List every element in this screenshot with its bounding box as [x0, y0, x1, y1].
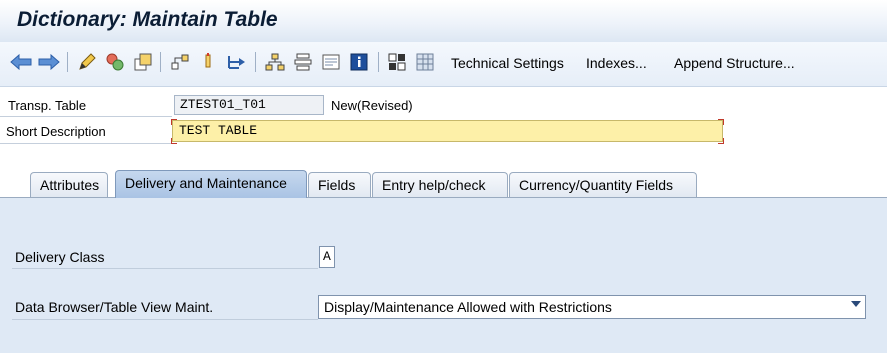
toolbar-separator: [67, 52, 68, 72]
required-marker: [718, 119, 724, 125]
documentation-icon[interactable]: [320, 51, 342, 73]
technical-settings-button[interactable]: Technical Settings: [451, 55, 564, 71]
transp-table-field[interactable]: ZTEST01_T01: [174, 95, 324, 115]
hierarchy-icon[interactable]: [225, 51, 247, 73]
required-marker: [718, 138, 724, 144]
field-underline: [0, 116, 172, 117]
transp-table-label: Transp. Table: [8, 98, 87, 113]
grid-icon[interactable]: [386, 51, 408, 73]
status-text: New(Revised): [331, 98, 413, 113]
data-browser-select[interactable]: Display/Maintenance Allowed with Restric…: [318, 295, 866, 319]
back-arrow-icon[interactable]: [10, 51, 32, 73]
field-underline: [0, 143, 172, 144]
toolbar-separator: [160, 52, 161, 72]
chevron-down-icon[interactable]: [851, 301, 861, 307]
tab-panel: [0, 197, 887, 353]
window-title: Dictionary: Maintain Table: [17, 8, 278, 31]
title-bar: Dictionary: Maintain Table: [0, 0, 887, 42]
required-marker: [171, 119, 177, 125]
data-browser-label: Data Browser/Table View Maint.: [15, 299, 214, 315]
delivery-class-field[interactable]: A: [319, 246, 335, 268]
field-underline: [12, 268, 318, 269]
indexes-button[interactable]: Indexes...: [586, 55, 647, 71]
data-browser-value: Display/Maintenance Allowed with Restric…: [324, 299, 612, 315]
short-description-field[interactable]: TEST TABLE: [172, 120, 723, 142]
field-underline: [12, 319, 318, 320]
tree-icon[interactable]: [264, 51, 286, 73]
toolbar-separator: [255, 52, 256, 72]
layout-icon[interactable]: [292, 51, 314, 73]
edit-pencil-icon[interactable]: [76, 51, 98, 73]
info-icon[interactable]: [348, 51, 370, 73]
append-structure-button[interactable]: Append Structure...: [674, 55, 795, 71]
where-used-icon[interactable]: [169, 51, 191, 73]
activate-icon[interactable]: [104, 51, 126, 73]
tab-fields[interactable]: Fields: [308, 172, 371, 197]
required-marker: [171, 138, 177, 144]
toolbar-separator: [378, 52, 379, 72]
object-list-icon[interactable]: [132, 51, 154, 73]
tab-attributes[interactable]: Attributes: [30, 172, 108, 197]
tab-delivery-and-maintenance[interactable]: Delivery and Maintenance: [115, 170, 307, 198]
delivery-class-label: Delivery Class: [15, 249, 105, 265]
application-toolbar: Technical Settings Indexes... Append Str…: [0, 42, 887, 87]
tab-currency-quantity-fields[interactable]: Currency/Quantity Fields: [509, 172, 697, 197]
short-description-label: Short Description: [6, 124, 106, 139]
table-icon[interactable]: [414, 51, 436, 73]
forward-arrow-icon[interactable]: [38, 51, 60, 73]
navigation-icon[interactable]: [197, 51, 219, 73]
tab-entry-help-check[interactable]: Entry help/check: [372, 172, 508, 197]
